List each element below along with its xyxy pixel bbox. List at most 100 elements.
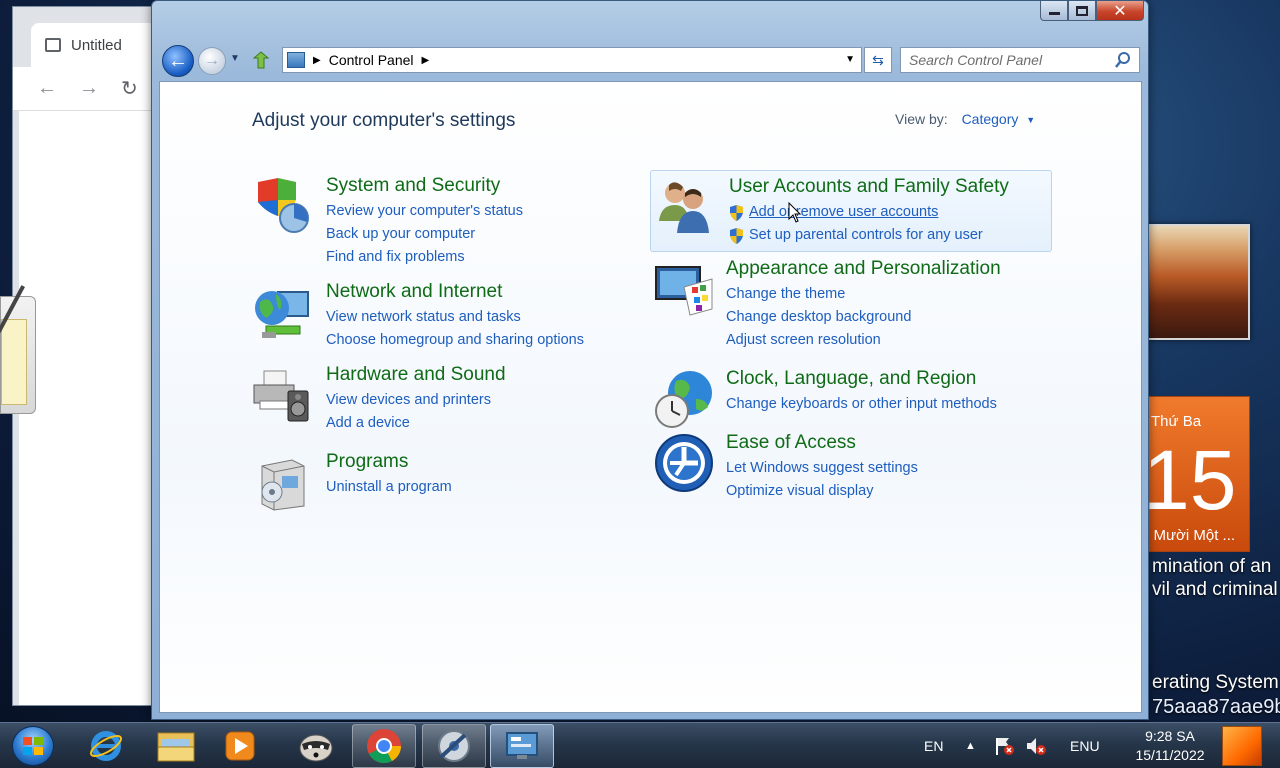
category-link[interactable]: Change desktop background bbox=[726, 306, 1001, 329]
category-link[interactable]: View devices and printers bbox=[326, 389, 506, 412]
mouse-cursor-icon bbox=[788, 202, 802, 223]
refresh-button[interactable]: ⇆ bbox=[864, 47, 892, 73]
category-link[interactable]: View network status and tasks bbox=[326, 306, 584, 329]
category-link[interactable]: Uninstall a program bbox=[326, 476, 452, 499]
category-link[interactable]: Add a device bbox=[326, 412, 506, 435]
maximize-icon bbox=[1076, 5, 1088, 16]
arrow-right-icon: → bbox=[204, 52, 220, 69]
forward-button[interactable]: → bbox=[198, 47, 226, 75]
category-text: System and Security Review your computer… bbox=[326, 174, 523, 269]
category-link[interactable]: Add or remove user accounts bbox=[729, 201, 1009, 224]
category-title[interactable]: Appearance and Personalization bbox=[726, 257, 1001, 281]
calendar-day: 15 bbox=[1143, 433, 1237, 527]
category-title[interactable]: System and Security bbox=[326, 174, 523, 198]
input-language-indicator[interactable]: ENU bbox=[1070, 723, 1100, 768]
category-link[interactable]: Choose homegroup and sharing options bbox=[326, 329, 584, 352]
category-link[interactable]: Review your computer's status bbox=[326, 200, 523, 223]
navigation-bar: ← → ▼ ▶ Control Panel ▶ ▼ ⇆ bbox=[160, 43, 1140, 79]
category-user-accounts: User Accounts and Family Safety Add or r… bbox=[650, 170, 1052, 252]
control-panel-window[interactable]: ✕ ← → ▼ ▶ Control Panel ▶ ▼ ⇆ Adjust you… bbox=[151, 0, 1149, 720]
globe-network-icon bbox=[255, 291, 309, 338]
arrow-right-icon[interactable]: → bbox=[79, 77, 99, 100]
users-icon bbox=[659, 182, 709, 233]
search-box[interactable] bbox=[900, 47, 1140, 73]
category-link[interactable]: Optimize visual display bbox=[726, 480, 918, 503]
address-dropdown-icon[interactable]: ▼ bbox=[845, 54, 855, 65]
category-text: Programs Uninstall a program bbox=[326, 450, 452, 499]
back-button[interactable]: ← bbox=[162, 45, 194, 77]
notes-gadget[interactable] bbox=[0, 285, 36, 414]
category-text: Hardware and Sound View devices and prin… bbox=[326, 363, 506, 435]
internet-explorer-icon bbox=[89, 731, 123, 761]
category-link[interactable]: Change the theme bbox=[726, 283, 1001, 306]
globe-clock-icon bbox=[655, 371, 712, 428]
category-link[interactable]: Find and fix problems bbox=[326, 246, 523, 269]
taskbar-chrome[interactable] bbox=[352, 724, 416, 768]
chevron-down-icon[interactable]: ▼ bbox=[1026, 115, 1035, 125]
category-link[interactable]: Change keyboards or other input methods bbox=[726, 393, 997, 416]
control-panel-content: Adjust your computer's settings View by:… bbox=[159, 81, 1142, 713]
maximize-button[interactable] bbox=[1068, 1, 1096, 21]
reload-icon[interactable]: ↻ bbox=[121, 76, 138, 101]
taskbar-raccoon-app[interactable] bbox=[284, 724, 348, 768]
category-title[interactable]: Programs bbox=[326, 450, 452, 474]
monitor-palette-icon bbox=[655, 266, 713, 316]
windows-logo-icon bbox=[23, 737, 43, 755]
category-system-and-security: System and Security Review your computer… bbox=[252, 174, 632, 265]
arrow-left-icon[interactable]: ← bbox=[37, 77, 57, 100]
language-indicator[interactable]: EN bbox=[924, 723, 943, 768]
category-appearance-and-personalization: Appearance and Personalization Change th… bbox=[654, 257, 1054, 348]
breadcrumb-control-panel[interactable]: Control Panel bbox=[329, 52, 414, 68]
show-hidden-icons-button[interactable]: ▲ bbox=[965, 723, 976, 768]
category-network-and-internet: Network and Internet View network status… bbox=[252, 280, 652, 350]
taskbar-explorer[interactable] bbox=[144, 724, 208, 768]
category-title[interactable]: Ease of Access bbox=[726, 431, 918, 455]
calendar-gadget[interactable]: Thứ Ba 15 g Mười Một ... bbox=[1140, 396, 1250, 552]
taskbar-control-panel[interactable] bbox=[490, 724, 554, 768]
calendar-weekday: Thứ Ba bbox=[1151, 413, 1202, 430]
breadcrumb-arrow-icon[interactable]: ▶ bbox=[422, 55, 430, 66]
category-text: User Accounts and Family Safety Add or r… bbox=[729, 175, 1009, 247]
category-link-label: Set up parental controls for any user bbox=[749, 227, 983, 243]
desktop-os-text: erating System bbox=[1152, 672, 1279, 693]
category-link[interactable]: Set up parental controls for any user bbox=[729, 224, 1009, 247]
close-icon: ✕ bbox=[1113, 2, 1127, 20]
taskbar-internet-explorer[interactable] bbox=[74, 724, 138, 768]
category-title[interactable]: Network and Internet bbox=[326, 280, 584, 304]
control-panel-icon bbox=[506, 732, 538, 759]
category-link[interactable]: Let Windows suggest settings bbox=[726, 457, 918, 480]
show-desktop-button[interactable] bbox=[1222, 726, 1262, 766]
slideshow-gadget[interactable] bbox=[1146, 224, 1250, 340]
shield-chart-icon bbox=[258, 178, 309, 233]
address-bar[interactable]: ▶ Control Panel ▶ ▼ bbox=[282, 47, 862, 73]
system-clock[interactable]: 9:28 SA 15/11/2022 bbox=[1120, 727, 1220, 765]
folder-icon bbox=[157, 732, 195, 762]
up-folder-icon[interactable] bbox=[252, 50, 270, 70]
category-title[interactable]: User Accounts and Family Safety bbox=[729, 175, 1009, 199]
start-button[interactable] bbox=[12, 726, 54, 766]
taskbar-media-player[interactable] bbox=[208, 724, 272, 768]
volume-muted-icon[interactable] bbox=[1024, 723, 1048, 768]
category-title[interactable]: Clock, Language, and Region bbox=[726, 367, 997, 391]
category-link[interactable]: Back up your computer bbox=[326, 223, 523, 246]
category-title[interactable]: Hardware and Sound bbox=[326, 363, 506, 387]
category-link[interactable]: Adjust screen resolution bbox=[726, 329, 1001, 352]
note-paper-icon bbox=[1, 319, 27, 405]
recent-pages-dropdown[interactable]: ▼ bbox=[230, 53, 240, 64]
minimize-button[interactable] bbox=[1040, 1, 1068, 21]
breadcrumb-arrow-icon[interactable]: ▶ bbox=[313, 55, 321, 66]
view-by-label: View by: bbox=[895, 111, 948, 127]
desktop-text-line: vil and criminal bbox=[1152, 579, 1278, 600]
category-hardware-and-sound: Hardware and Sound View devices and prin… bbox=[252, 363, 632, 433]
taskbar-media-center[interactable] bbox=[422, 724, 486, 768]
close-button[interactable]: ✕ bbox=[1096, 1, 1144, 21]
action-center-flag-icon[interactable] bbox=[994, 723, 1016, 768]
control-panel-icon bbox=[287, 52, 305, 68]
calendar-month: g Mười Một ... bbox=[1141, 527, 1236, 544]
category-programs: Programs Uninstall a program bbox=[252, 450, 632, 511]
search-icon[interactable] bbox=[1115, 51, 1131, 69]
category-link-label: Add or remove user accounts bbox=[749, 204, 939, 220]
view-by-dropdown[interactable]: Category bbox=[962, 111, 1019, 127]
media-center-icon bbox=[438, 730, 470, 762]
search-input[interactable] bbox=[909, 52, 1109, 68]
